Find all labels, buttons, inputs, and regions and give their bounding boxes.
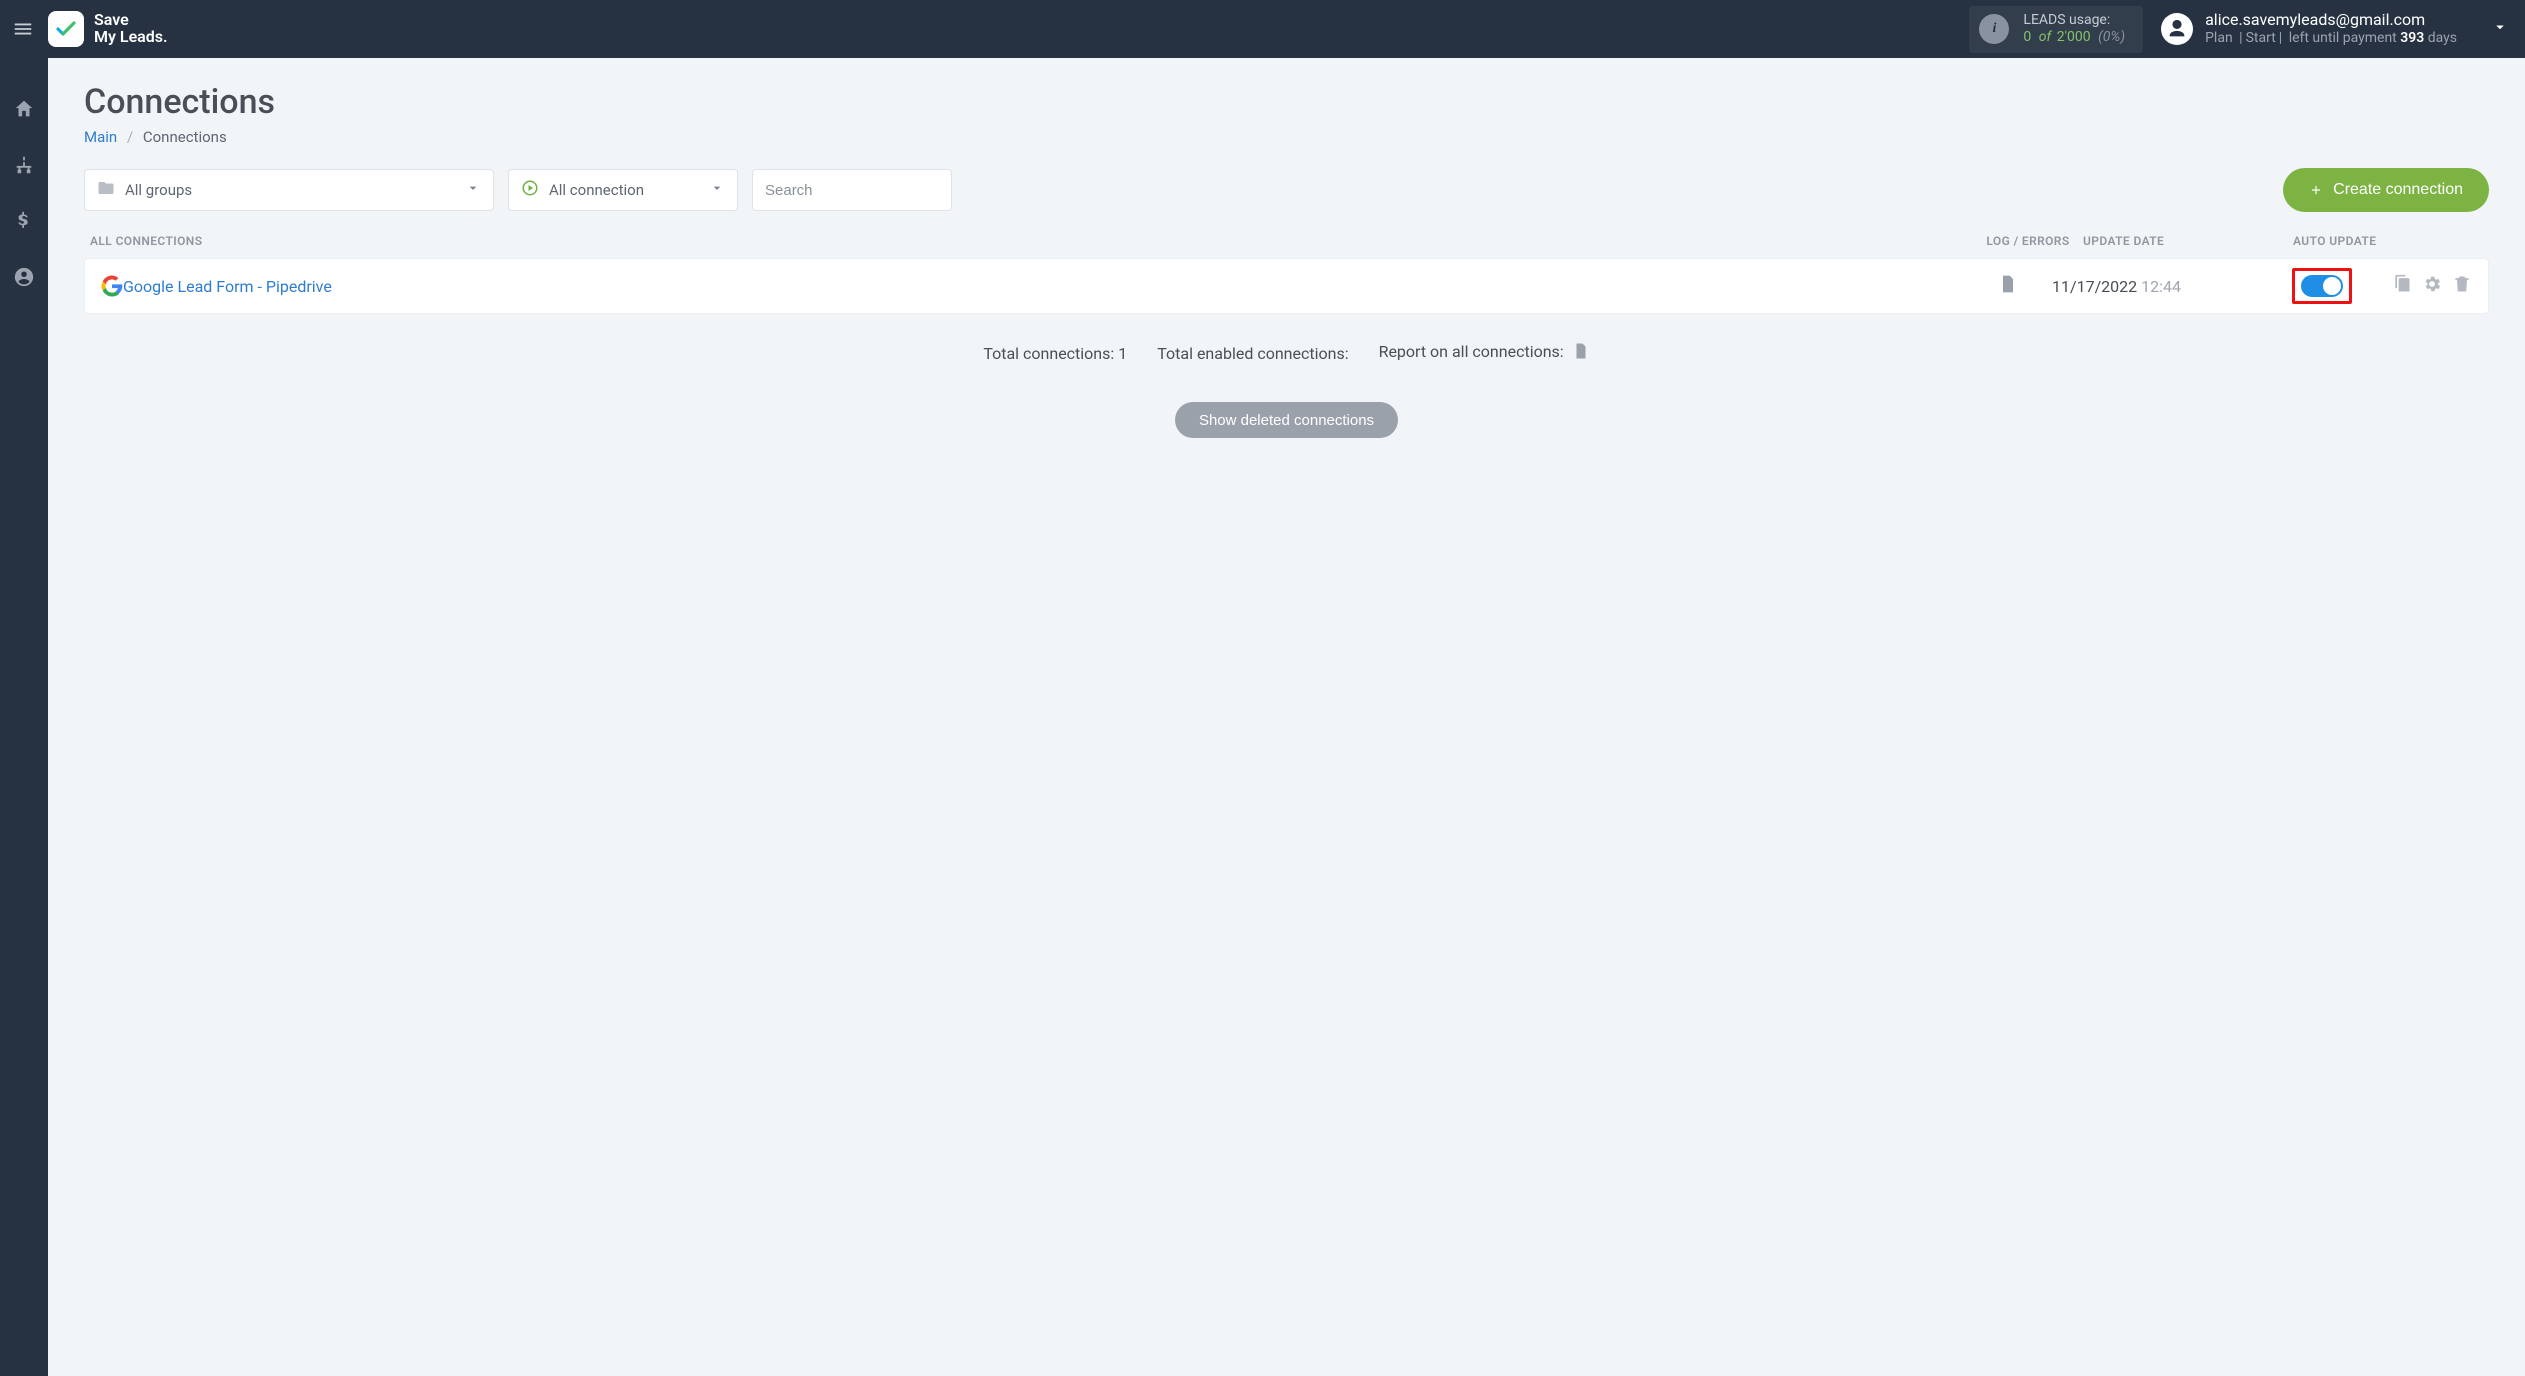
dollar-icon	[13, 210, 35, 232]
groups-select[interactable]: All groups	[84, 169, 494, 211]
folder-icon	[97, 179, 115, 201]
show-deleted-button[interactable]: Show deleted connections	[1175, 402, 1398, 438]
logo-text: Save My Leads	[94, 12, 168, 46]
copy-button[interactable]	[2392, 274, 2412, 298]
breadcrumb-current: Connections	[143, 128, 227, 146]
menu-toggle[interactable]	[8, 14, 38, 44]
auto-update-highlight	[2292, 268, 2352, 304]
document-icon	[1572, 342, 1590, 360]
breadcrumb-sep: /	[127, 128, 133, 146]
update-date: 11/17/2022 12:44	[2052, 277, 2262, 296]
leads-of: of	[2039, 29, 2051, 45]
col-update: Update date	[2083, 234, 2283, 248]
sidebar-item-billing[interactable]	[9, 206, 39, 236]
leads-lines: LEADS usage: 0 of 2'000 (0%)	[2023, 12, 2125, 47]
filters: All groups All connection	[84, 168, 2489, 212]
auto-update-toggle[interactable]	[2301, 275, 2343, 297]
log-button[interactable]	[1998, 274, 2018, 298]
copy-icon	[2392, 274, 2412, 294]
leads-pct: (0%)	[2098, 29, 2125, 45]
chevron-down-icon	[465, 180, 481, 196]
plus-icon	[2309, 183, 2323, 197]
account-icon	[13, 266, 35, 288]
check-icon	[54, 17, 78, 41]
report-button[interactable]	[1572, 345, 1590, 364]
logo-line2: My Leads	[94, 29, 168, 46]
delete-button[interactable]	[2452, 274, 2472, 298]
play-icon	[521, 179, 539, 201]
document-icon	[1998, 274, 2018, 294]
page-title: Connections	[84, 82, 2489, 122]
gear-icon	[2422, 274, 2442, 294]
breadcrumb: Main / Connections	[84, 128, 2489, 146]
search-input-wrap[interactable]	[752, 169, 952, 211]
total-conn-label: Total connections:	[983, 344, 1114, 363]
create-connection-button[interactable]: Create connection	[2283, 168, 2489, 212]
column-headers: All connections Log / Errors Update date…	[84, 234, 2489, 258]
main: Connections Main / Connections All group…	[48, 58, 2525, 1376]
plan-label: Plan	[2205, 30, 2233, 46]
groups-chevron	[465, 180, 481, 200]
connection-name[interactable]: Google Lead Form - Pipedrive	[123, 277, 1964, 296]
summary: Total connections: 1 Total enabled conne…	[84, 342, 2489, 364]
time-val: 12:44	[2141, 277, 2181, 296]
connection-select-label: All connection	[549, 181, 644, 199]
connection-chevron	[709, 180, 725, 200]
leads-limit: 2'000	[2057, 29, 2091, 45]
user-menu[interactable]: alice.savemyleads@gmail.com Plan |Start|…	[2161, 10, 2509, 48]
home-icon	[13, 98, 35, 120]
total-connections: Total connections: 1	[983, 344, 1127, 363]
enabled-connections: Total enabled connections:	[1157, 344, 1348, 363]
report-connections: Report on all connections:	[1379, 342, 1590, 364]
connection-select[interactable]: All connection	[508, 169, 738, 211]
logo[interactable]: Save My Leads	[48, 11, 168, 47]
sidebar-item-account[interactable]	[9, 262, 39, 292]
col-auto: Auto update	[2283, 234, 2483, 248]
user-menu-chevron[interactable]	[2491, 18, 2509, 40]
breadcrumb-main[interactable]: Main	[84, 128, 117, 146]
groups-select-label: All groups	[125, 181, 192, 199]
hamburger-icon	[12, 18, 34, 40]
google-icon	[101, 275, 123, 297]
report-label: Report on all connections:	[1379, 342, 1564, 361]
plan-name: Start	[2246, 30, 2276, 46]
left-until: left until payment	[2289, 30, 2397, 46]
sidebar-item-connections[interactable]	[9, 150, 39, 180]
leads-label: LEADS usage:	[2023, 12, 2125, 30]
avatar	[2161, 13, 2193, 45]
sidebar	[0, 58, 48, 1376]
date-val: 11/17/2022	[2052, 277, 2137, 296]
table-row: Google Lead Form - Pipedrive 11/17/2022 …	[84, 258, 2489, 314]
col-log: Log / Errors	[1973, 234, 2083, 248]
trash-icon	[2452, 274, 2472, 294]
leads-used: 0	[2023, 29, 2031, 45]
sidebar-item-home[interactable]	[9, 94, 39, 124]
user-email: alice.savemyleads@gmail.com	[2205, 10, 2457, 30]
create-connection-label: Create connection	[2333, 181, 2463, 199]
days-num: 393	[2400, 30, 2424, 46]
chevron-down-icon	[709, 180, 725, 196]
search-input[interactable]	[765, 182, 939, 199]
topbar: Save My Leads i LEADS usage: 0 of 2'000 …	[0, 0, 2525, 58]
col-all: All connections	[90, 234, 1973, 248]
total-conn-val: 1	[1118, 344, 1127, 363]
sitemap-icon	[13, 154, 35, 176]
logo-mark	[48, 11, 84, 47]
settings-button[interactable]	[2422, 274, 2442, 298]
leads-usage[interactable]: i LEADS usage: 0 of 2'000 (0%)	[1969, 6, 2143, 53]
plan-row: Plan |Start| left until payment 393 days	[2205, 30, 2457, 48]
user-lines: alice.savemyleads@gmail.com Plan |Start|…	[2205, 10, 2457, 48]
info-icon: i	[1979, 14, 2009, 44]
user-icon	[2166, 18, 2188, 40]
chevron-down-icon	[2491, 18, 2509, 36]
days-word: days	[2428, 30, 2457, 46]
leads-value: 0 of 2'000 (0%)	[2023, 29, 2125, 47]
